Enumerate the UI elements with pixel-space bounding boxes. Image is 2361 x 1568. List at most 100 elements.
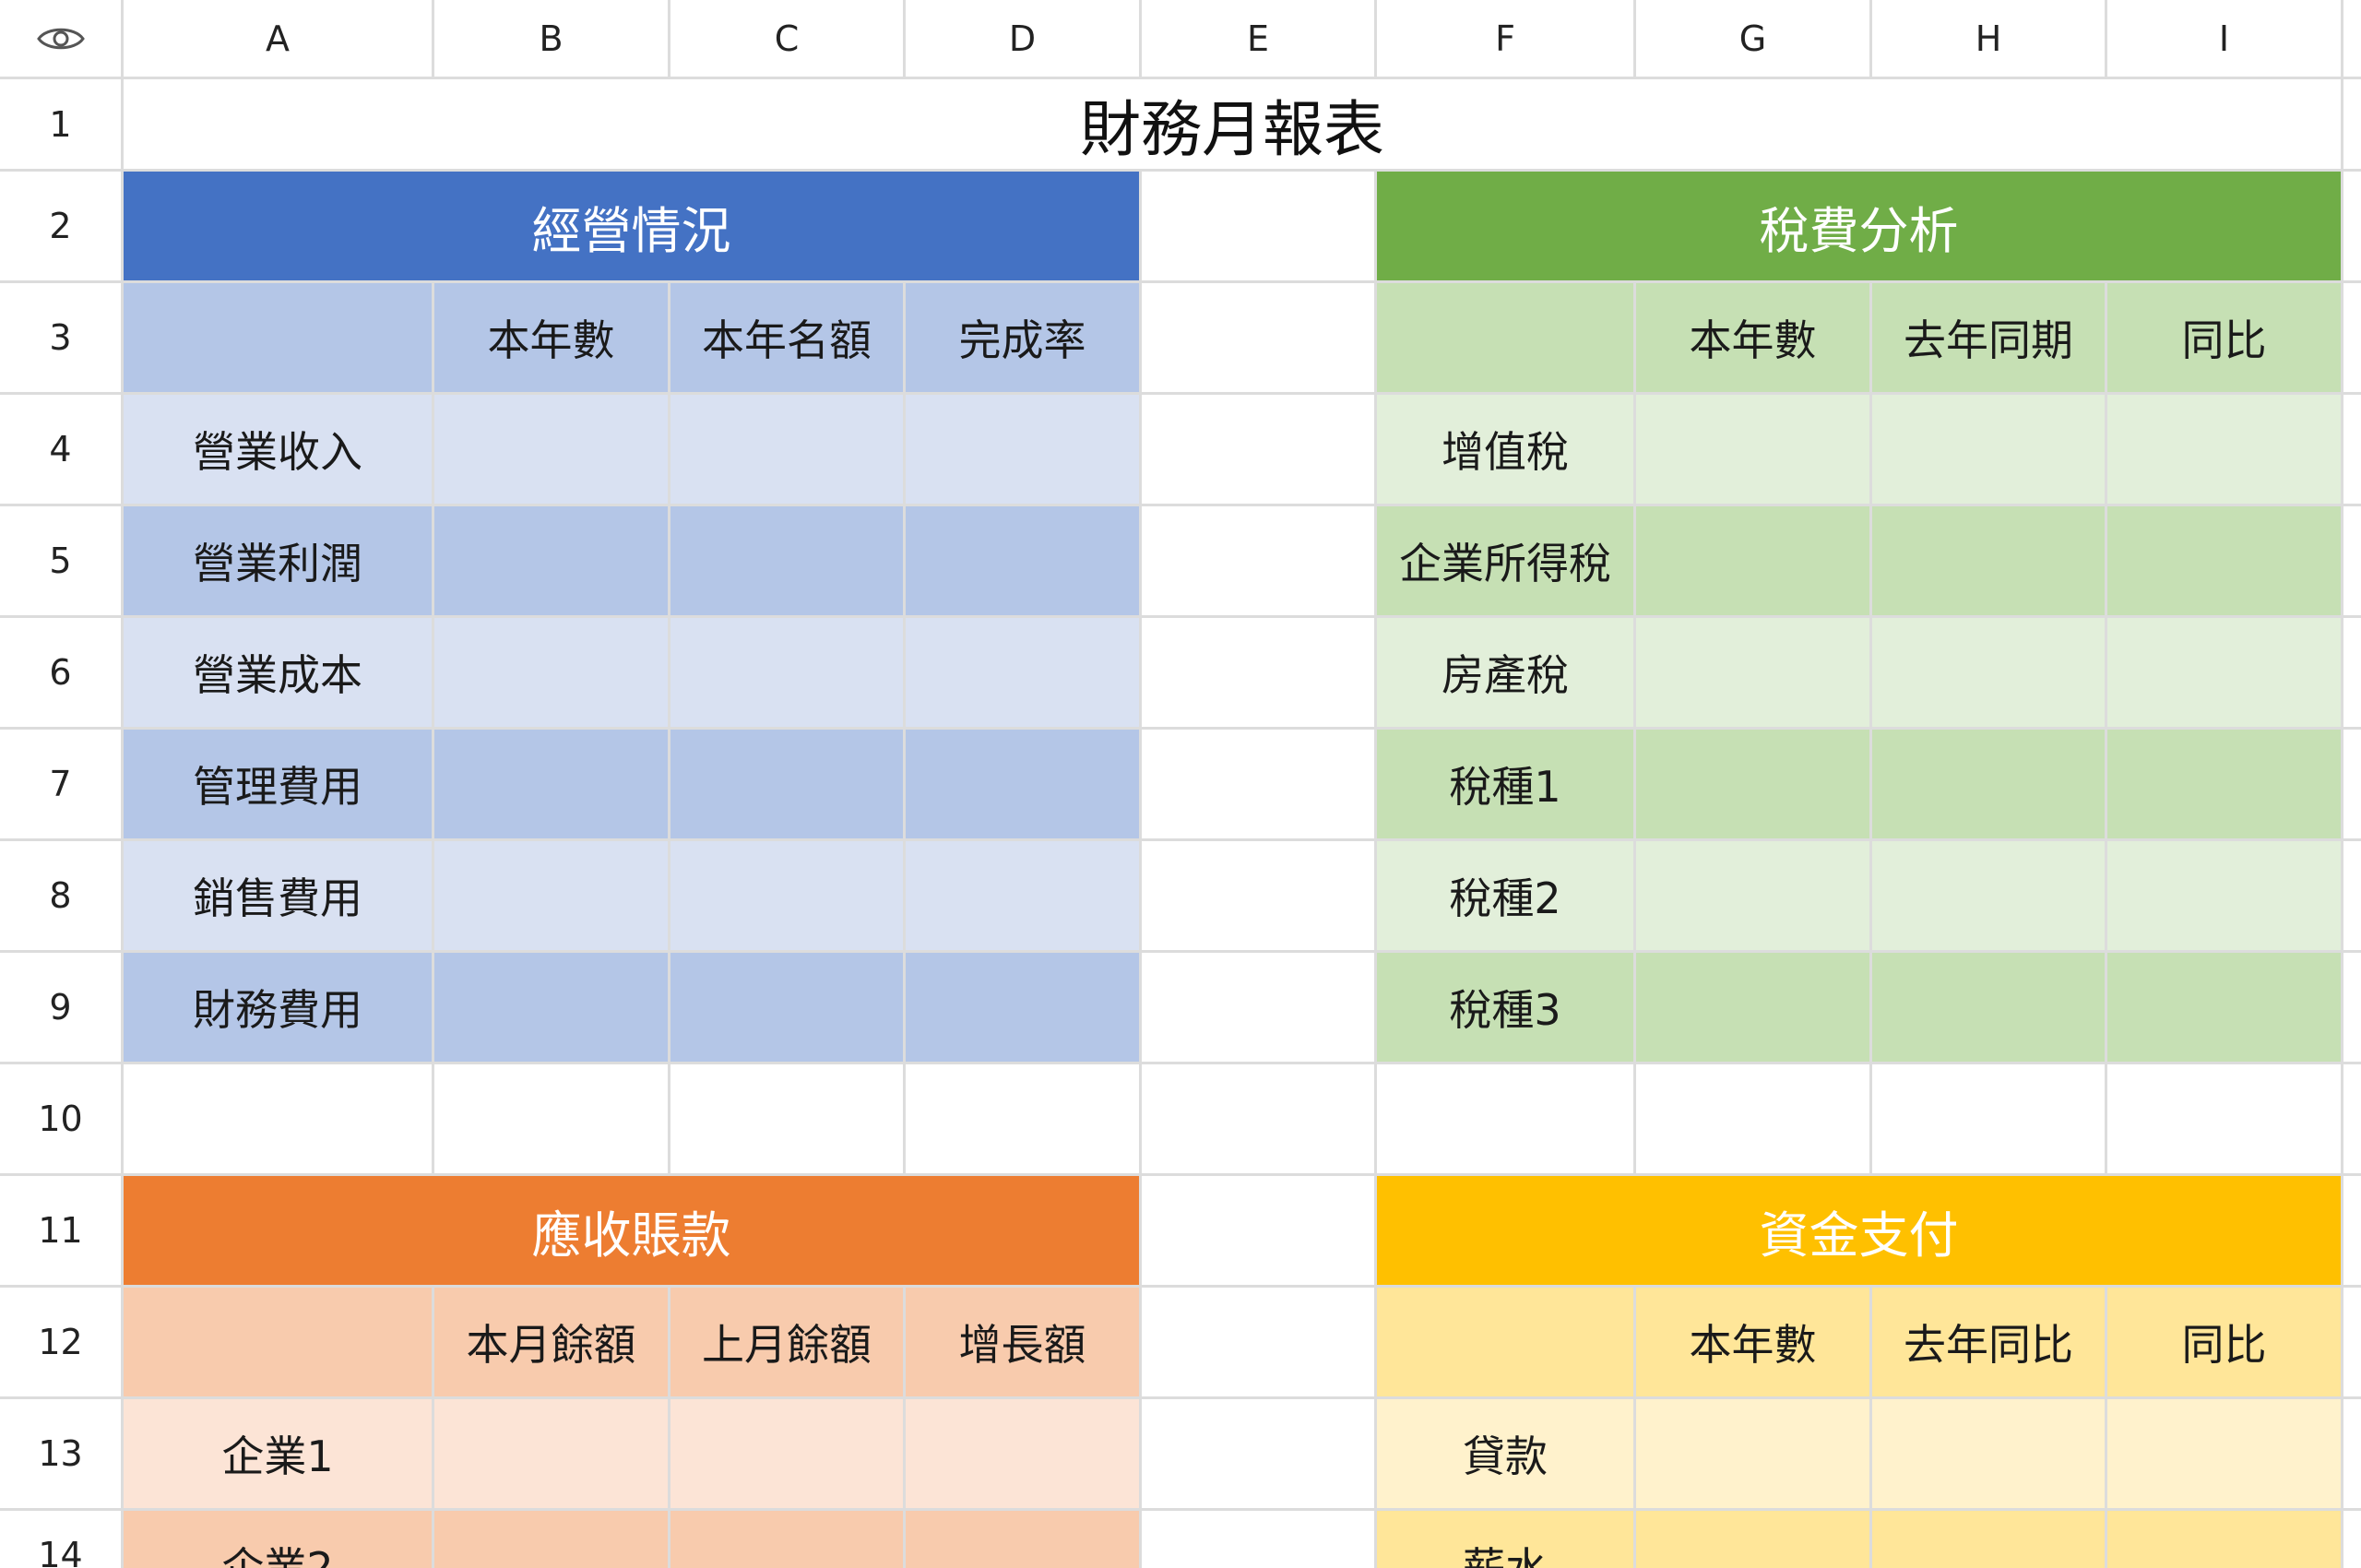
cell-e13[interactable] bbox=[1142, 1399, 1377, 1511]
operations-item-label[interactable]: 財務費用 bbox=[124, 953, 434, 1064]
row-header-13[interactable]: 13 bbox=[0, 1399, 124, 1511]
data-cell[interactable] bbox=[906, 395, 1142, 506]
data-cell[interactable] bbox=[906, 730, 1142, 841]
funds-item-label[interactable]: 薪水 bbox=[1377, 1511, 1636, 1568]
data-cell[interactable] bbox=[1872, 395, 2107, 506]
data-cell[interactable] bbox=[1872, 1511, 2107, 1568]
operations-section-title[interactable]: 經營情況 bbox=[124, 172, 1142, 283]
funds-item-label[interactable]: 貸款 bbox=[1377, 1399, 1636, 1511]
data-cell[interactable] bbox=[2107, 953, 2343, 1064]
data-cell[interactable] bbox=[434, 618, 670, 730]
data-cell[interactable] bbox=[906, 618, 1142, 730]
funds-header-blank[interactable] bbox=[1377, 1288, 1636, 1399]
cell-h10[interactable] bbox=[1872, 1064, 2107, 1176]
col-header-h[interactable]: H bbox=[1872, 0, 2107, 79]
cell-e4[interactable] bbox=[1142, 395, 1377, 506]
funds-section-title[interactable]: 資金支付 bbox=[1377, 1176, 2343, 1288]
data-cell[interactable] bbox=[434, 1511, 670, 1568]
data-cell[interactable] bbox=[434, 841, 670, 953]
row-header-2[interactable]: 2 bbox=[0, 172, 124, 283]
data-cell[interactable] bbox=[2107, 841, 2343, 953]
row-header-7[interactable]: 7 bbox=[0, 730, 124, 841]
tax-item-label[interactable]: 稅種2 bbox=[1377, 841, 1636, 953]
operations-header-cell[interactable]: 本年數 bbox=[434, 283, 670, 395]
operations-item-label[interactable]: 營業收入 bbox=[124, 395, 434, 506]
data-cell[interactable] bbox=[670, 395, 906, 506]
cell-e10[interactable] bbox=[1142, 1064, 1377, 1176]
tax-item-label[interactable]: 增值稅 bbox=[1377, 395, 1636, 506]
data-cell[interactable] bbox=[1872, 953, 2107, 1064]
operations-item-label[interactable]: 營業成本 bbox=[124, 618, 434, 730]
sheet-title[interactable]: 財務月報表 bbox=[124, 79, 2343, 172]
receivables-header-blank[interactable] bbox=[124, 1288, 434, 1399]
row-header-10[interactable]: 10 bbox=[0, 1064, 124, 1176]
data-cell[interactable] bbox=[906, 1511, 1142, 1568]
row-header-1[interactable]: 1 bbox=[0, 79, 124, 172]
row-header-14[interactable]: 14 bbox=[0, 1511, 124, 1568]
tax-item-label[interactable]: 稅種3 bbox=[1377, 953, 1636, 1064]
operations-item-label[interactable]: 銷售費用 bbox=[124, 841, 434, 953]
data-cell[interactable] bbox=[670, 1511, 906, 1568]
data-cell[interactable] bbox=[1636, 618, 1872, 730]
cell-c10[interactable] bbox=[670, 1064, 906, 1176]
col-header-f[interactable]: F bbox=[1377, 0, 1636, 79]
data-cell[interactable] bbox=[670, 506, 906, 618]
data-cell[interactable] bbox=[1636, 395, 1872, 506]
tax-item-label[interactable]: 稅種1 bbox=[1377, 730, 1636, 841]
cell-i10[interactable] bbox=[2107, 1064, 2343, 1176]
header-corner[interactable] bbox=[0, 0, 124, 79]
tax-section-title[interactable]: 稅費分析 bbox=[1377, 172, 2343, 283]
data-cell[interactable] bbox=[670, 1399, 906, 1511]
cell-e11[interactable] bbox=[1142, 1176, 1377, 1288]
eye-icon[interactable] bbox=[36, 24, 86, 53]
data-cell[interactable] bbox=[670, 730, 906, 841]
cell-e8[interactable] bbox=[1142, 841, 1377, 953]
col-header-g[interactable]: G bbox=[1636, 0, 1872, 79]
data-cell[interactable] bbox=[906, 953, 1142, 1064]
data-cell[interactable] bbox=[1636, 506, 1872, 618]
operations-header-cell[interactable]: 完成率 bbox=[906, 283, 1142, 395]
receivables-header-cell[interactable]: 本月餘額 bbox=[434, 1288, 670, 1399]
data-cell[interactable] bbox=[906, 841, 1142, 953]
receivables-item-label[interactable]: 企業2 bbox=[124, 1511, 434, 1568]
receivables-header-cell[interactable]: 增長額 bbox=[906, 1288, 1142, 1399]
data-cell[interactable] bbox=[434, 1399, 670, 1511]
row-header-11[interactable]: 11 bbox=[0, 1176, 124, 1288]
cell-d10[interactable] bbox=[906, 1064, 1142, 1176]
col-header-c[interactable]: C bbox=[670, 0, 906, 79]
receivables-header-cell[interactable]: 上月餘額 bbox=[670, 1288, 906, 1399]
data-cell[interactable] bbox=[2107, 730, 2343, 841]
data-cell[interactable] bbox=[1636, 953, 1872, 1064]
col-header-e[interactable]: E bbox=[1142, 0, 1377, 79]
cell-e2[interactable] bbox=[1142, 172, 1377, 283]
col-header-b[interactable]: B bbox=[434, 0, 670, 79]
operations-item-label[interactable]: 管理費用 bbox=[124, 730, 434, 841]
data-cell[interactable] bbox=[670, 953, 906, 1064]
cell-e3[interactable] bbox=[1142, 283, 1377, 395]
data-cell[interactable] bbox=[1872, 841, 2107, 953]
data-cell[interactable] bbox=[2107, 395, 2343, 506]
data-cell[interactable] bbox=[2107, 506, 2343, 618]
row-header-6[interactable]: 6 bbox=[0, 618, 124, 730]
data-cell[interactable] bbox=[434, 730, 670, 841]
cell-e14[interactable] bbox=[1142, 1511, 1377, 1568]
data-cell[interactable] bbox=[1872, 618, 2107, 730]
data-cell[interactable] bbox=[434, 395, 670, 506]
data-cell[interactable] bbox=[1636, 1399, 1872, 1511]
row-header-9[interactable]: 9 bbox=[0, 953, 124, 1064]
data-cell[interactable] bbox=[1872, 730, 2107, 841]
cell-e5[interactable] bbox=[1142, 506, 1377, 618]
col-header-d[interactable]: D bbox=[906, 0, 1142, 79]
receivables-section-title[interactable]: 應收賬款 bbox=[124, 1176, 1142, 1288]
data-cell[interactable] bbox=[2107, 618, 2343, 730]
row-header-12[interactable]: 12 bbox=[0, 1288, 124, 1399]
row-header-3[interactable]: 3 bbox=[0, 283, 124, 395]
col-header-i[interactable]: I bbox=[2107, 0, 2343, 79]
operations-header-blank[interactable] bbox=[124, 283, 434, 395]
tax-header-cell[interactable]: 去年同期 bbox=[1872, 283, 2107, 395]
receivables-item-label[interactable]: 企業1 bbox=[124, 1399, 434, 1511]
data-cell[interactable] bbox=[2107, 1511, 2343, 1568]
tax-header-cell[interactable]: 本年數 bbox=[1636, 283, 1872, 395]
data-cell[interactable] bbox=[434, 506, 670, 618]
data-cell[interactable] bbox=[670, 618, 906, 730]
